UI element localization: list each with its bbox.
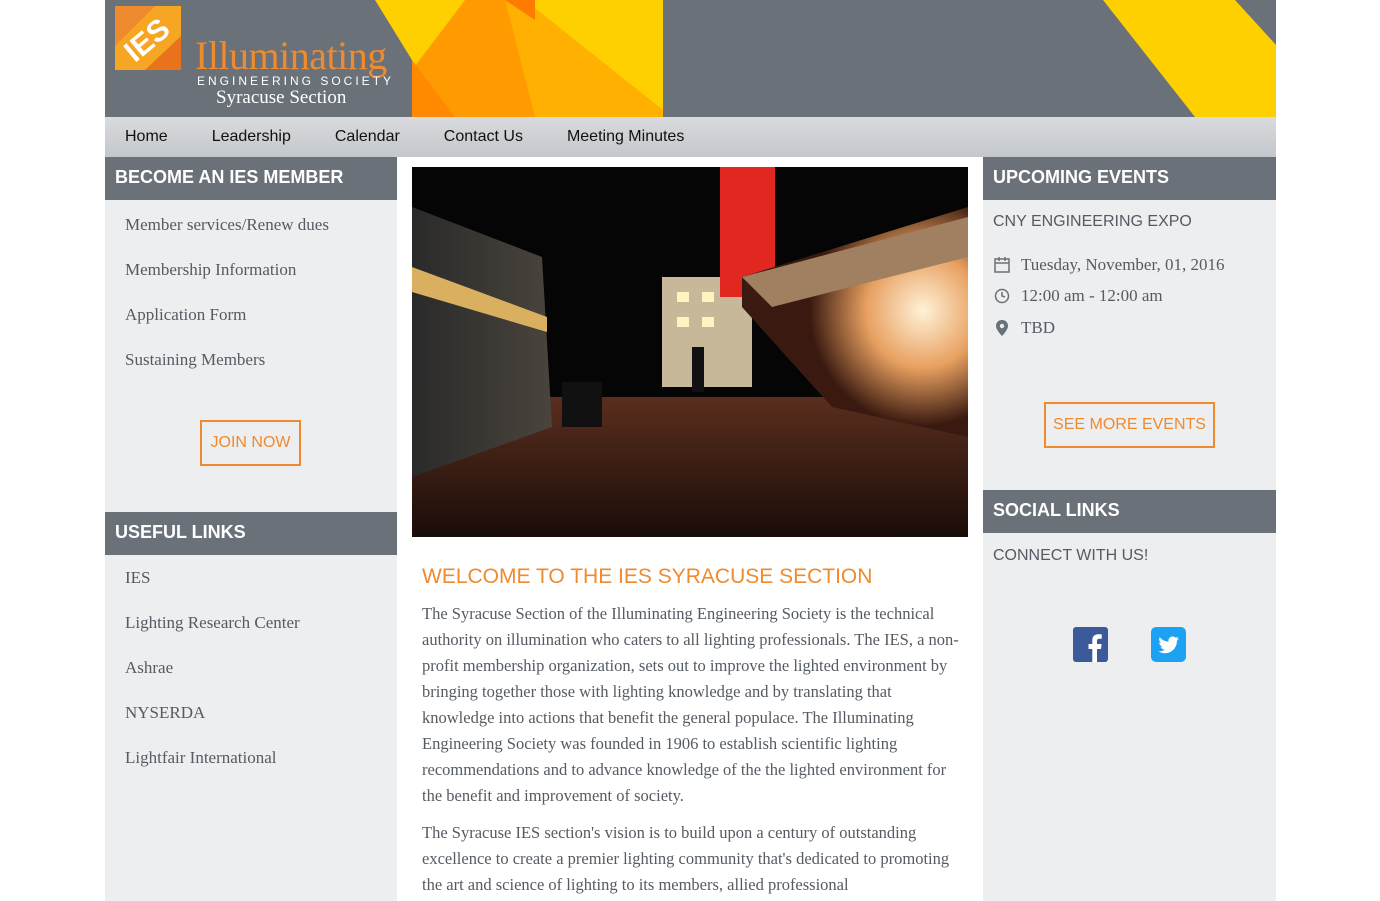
logo-section-name: Syracuse Section: [216, 87, 347, 108]
useful-links-block: USEFUL LINKS IES Lighting Research Cente…: [105, 512, 397, 780]
facebook-icon[interactable]: [1073, 627, 1108, 662]
member-link[interactable]: Sustaining Members: [125, 337, 397, 382]
social-heading: SOCIAL LINKS: [983, 490, 1276, 533]
connect-text: CONNECT WITH US!: [993, 547, 1149, 564]
event-date: Tuesday, November, 01, 2016: [1021, 255, 1225, 274]
nav-item-home[interactable]: Home: [125, 128, 168, 146]
social-links-block: SOCIAL LINKS: [983, 490, 1276, 533]
nav-item-meeting-minutes[interactable]: Meeting Minutes: [567, 128, 684, 146]
useful-link[interactable]: Lightfair International: [125, 735, 397, 780]
welcome-title: WELCOME TO THE IES SYRACUSE SECTION: [422, 565, 873, 588]
ies-logo-icon[interactable]: IES: [115, 6, 181, 70]
nav-item-calendar[interactable]: Calendar: [335, 128, 400, 146]
calendar-icon: [993, 256, 1011, 274]
useful-links-heading: USEFUL LINKS: [105, 512, 397, 555]
clock-icon: [993, 287, 1011, 305]
logo-subtitle: ENGINEERING SOCIETY: [197, 74, 395, 88]
page: IES Illuminating ENGINEERING SOCIETY Syr…: [105, 0, 1276, 901]
vision-paragraph: The Syracuse IES section's vision is to …: [422, 823, 950, 894]
main-nav: Home Leadership Calendar Contact Us Meet…: [105, 117, 1276, 157]
member-link[interactable]: Application Form: [125, 292, 397, 337]
event-date-row: Tuesday, November, 01, 2016: [993, 255, 1224, 275]
member-heading: BECOME AN IES MEMBER: [105, 157, 397, 200]
left-sidebar: BECOME AN IES MEMBER Member services/Ren…: [105, 157, 397, 901]
event-name[interactable]: CNY ENGINEERING EXPO: [993, 213, 1192, 231]
useful-link[interactable]: NYSERDA: [125, 690, 397, 735]
event-time: 12:00 am - 12:00 am: [1021, 286, 1163, 305]
right-sidebar: UPCOMING EVENTS CNY ENGINEERING EXPO Tue…: [983, 157, 1276, 901]
event-location-row: TBD: [993, 318, 1055, 338]
nav-item-leadership[interactable]: Leadership: [212, 128, 291, 146]
join-now-button[interactable]: JOIN NOW: [200, 420, 301, 466]
useful-link[interactable]: IES: [125, 555, 397, 600]
useful-link[interactable]: Ashrae: [125, 645, 397, 690]
member-links: Member services/Renew dues Membership In…: [105, 202, 397, 382]
logo-title[interactable]: Illuminating: [195, 36, 387, 76]
see-more-events-button[interactable]: SEE MORE EVENTS: [1044, 402, 1215, 448]
nav-item-contact-us[interactable]: Contact Us: [444, 128, 523, 146]
events-heading: UPCOMING EVENTS: [983, 157, 1276, 200]
main-content: WELCOME TO THE IES SYRACUSE SECTION The …: [412, 157, 968, 901]
useful-links: IES Lighting Research Center Ashrae NYSE…: [105, 555, 397, 780]
intro-paragraph: The Syracuse Section of the Illuminating…: [422, 604, 959, 805]
useful-link[interactable]: Lighting Research Center: [125, 600, 397, 645]
event-time-row: 12:00 am - 12:00 am: [993, 286, 1163, 306]
twitter-icon[interactable]: [1151, 627, 1186, 662]
site-header: IES Illuminating ENGINEERING SOCIETY Syr…: [105, 0, 1276, 117]
member-link[interactable]: Member services/Renew dues: [125, 202, 397, 247]
member-link[interactable]: Membership Information: [125, 247, 397, 292]
hero-image: [412, 167, 968, 537]
map-pin-icon: [993, 319, 1011, 337]
event-location: TBD: [1021, 318, 1055, 337]
